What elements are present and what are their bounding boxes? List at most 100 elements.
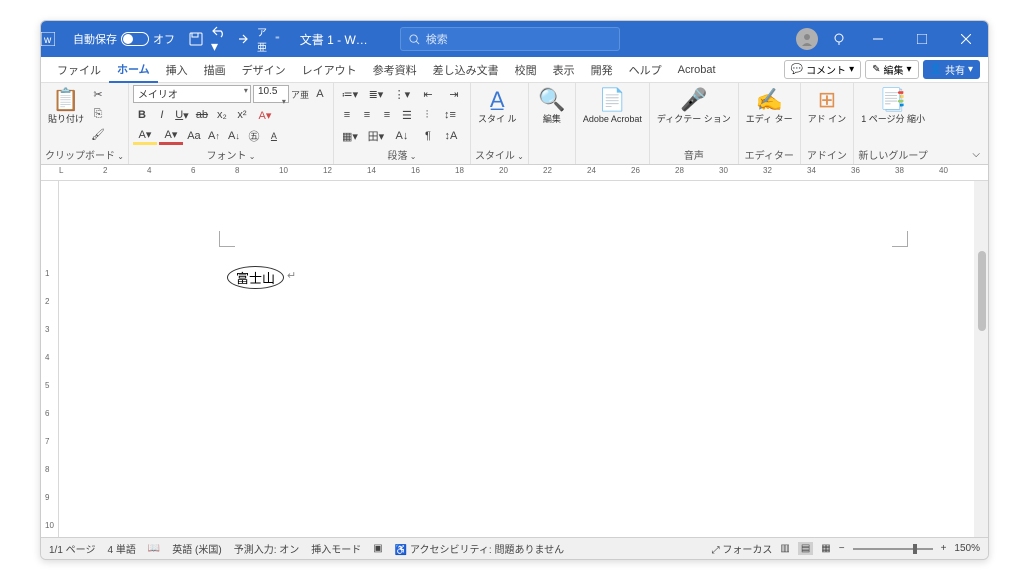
subscript-icon[interactable]: x₂: [213, 106, 231, 124]
bold-icon[interactable]: B: [133, 106, 151, 124]
group-label-paragraph: 段落: [338, 147, 466, 164]
autosave-toggle[interactable]: 自動保存 オフ: [67, 31, 181, 47]
focus-mode-button[interactable]: ⤢ フォーカス: [712, 541, 773, 556]
group-label-editor: エディター: [743, 147, 796, 164]
macro-icon[interactable]: ▣: [373, 543, 382, 554]
styles-button[interactable]: A̲スタイ ル: [475, 85, 520, 127]
phonetic-icon[interactable]: ア亜: [291, 85, 309, 103]
tab-review[interactable]: 校閲: [507, 57, 545, 83]
scroll-thumb[interactable]: [978, 251, 986, 331]
editing-mode-button[interactable]: ✎ 編集 ▾: [865, 60, 918, 79]
minimize-button[interactable]: [860, 21, 896, 57]
undo-icon[interactable]: ▾: [211, 24, 227, 55]
text-direction-icon[interactable]: ↕A: [442, 127, 460, 145]
char-shading-icon[interactable]: Aa: [185, 127, 203, 145]
comments-button[interactable]: 💬 コメント ▾: [784, 60, 861, 79]
bullet-list-icon[interactable]: ≔▾: [338, 85, 362, 103]
line-spacing-icon[interactable]: ↕≡: [438, 106, 462, 124]
tab-developer[interactable]: 開発: [583, 57, 621, 83]
predict-status[interactable]: 予測入力: オン: [234, 541, 300, 556]
distribute-icon[interactable]: ⫶: [418, 106, 436, 124]
borders-icon[interactable]: 田▾: [364, 127, 388, 145]
cut-icon[interactable]: ✂: [89, 85, 107, 103]
phonetic-guide-icon[interactable]: ア亜: [257, 24, 267, 54]
language-status[interactable]: 英語 (米国): [172, 541, 221, 556]
strikethrough-icon[interactable]: ab: [193, 106, 211, 124]
zoom-in-icon[interactable]: +: [941, 543, 947, 554]
collapse-ribbon-icon[interactable]: ⌵: [964, 145, 988, 164]
tab-mailings[interactable]: 差し込み文書: [425, 57, 507, 83]
tab-layout[interactable]: レイアウト: [294, 57, 365, 83]
share-button[interactable]: 👤 共有 ▾: [923, 60, 980, 79]
tab-file[interactable]: ファイル: [49, 57, 109, 83]
spell-check-icon[interactable]: 📖: [148, 543, 160, 554]
align-right-icon[interactable]: ≡: [378, 106, 396, 124]
enclose-chars-icon[interactable]: ㊄: [245, 127, 263, 145]
document-page[interactable]: 富士山 ↵: [59, 181, 988, 537]
ruler-vertical[interactable]: 12345678910: [41, 181, 59, 537]
shrink-font-icon[interactable]: A↓: [225, 127, 243, 145]
number-list-icon[interactable]: ≣▾: [364, 85, 388, 103]
acrobat-button[interactable]: 📄Adobe Acrobat: [580, 85, 645, 127]
shrink-page-button[interactable]: 📑1 ページ分 縮小: [858, 85, 928, 127]
highlight-icon[interactable]: A▾: [133, 127, 157, 145]
save-icon[interactable]: [189, 32, 203, 46]
format-painter-icon[interactable]: 🖌: [89, 125, 107, 143]
tab-view[interactable]: 表示: [545, 57, 583, 83]
underline-icon[interactable]: U▾: [173, 106, 191, 124]
zoom-out-icon[interactable]: −: [839, 543, 845, 554]
zoom-level[interactable]: 150%: [954, 543, 980, 554]
sort-icon[interactable]: A↓: [390, 127, 414, 145]
shading-icon[interactable]: ▦▾: [338, 127, 362, 145]
editing-button[interactable]: 🔍編集: [533, 85, 571, 127]
paste-button[interactable]: 📋 貼り付け: [45, 85, 87, 127]
lightbulb-icon[interactable]: [826, 32, 852, 46]
italic-icon[interactable]: I: [153, 106, 171, 124]
page-count[interactable]: 1/1 ページ: [49, 541, 95, 556]
qat-more-icon[interactable]: ⁼: [275, 34, 280, 45]
tab-draw[interactable]: 描画: [196, 57, 234, 83]
addins-button[interactable]: ⊞アド イン: [805, 85, 850, 127]
insert-mode-status[interactable]: 挿入モード: [311, 541, 361, 556]
ruler-horizontal[interactable]: L246810121416182022242628303234363840: [41, 165, 988, 181]
search-input[interactable]: 検索: [400, 27, 620, 51]
copy-icon[interactable]: ⎘: [89, 105, 107, 123]
tab-acrobat[interactable]: Acrobat: [670, 57, 724, 83]
grow-font-icon[interactable]: A↑: [205, 127, 223, 145]
zoom-slider[interactable]: [853, 548, 933, 550]
dictation-button[interactable]: 🎤ディクテー ション: [654, 85, 734, 127]
show-marks-icon[interactable]: ¶: [416, 127, 440, 145]
tab-help[interactable]: ヘルプ: [621, 57, 670, 83]
print-layout-icon[interactable]: ▤: [798, 542, 813, 555]
align-center-icon[interactable]: ≡: [358, 106, 376, 124]
web-layout-icon[interactable]: ▦: [821, 543, 830, 554]
maximize-button[interactable]: [904, 21, 940, 57]
clear-format-icon[interactable]: A: [265, 127, 283, 145]
enclosed-text[interactable]: 富士山: [227, 266, 284, 289]
tab-home[interactable]: ホーム: [109, 57, 158, 83]
close-button[interactable]: [948, 21, 984, 57]
font-name-select[interactable]: メイリオ: [133, 85, 251, 103]
editor-button[interactable]: ✍エディ ター: [743, 85, 796, 127]
tab-references[interactable]: 参考資料: [365, 57, 425, 83]
accessibility-status[interactable]: ♿ アクセシビリティ: 問題ありません: [395, 541, 564, 556]
word-count[interactable]: 4 単語: [107, 541, 135, 556]
user-avatar[interactable]: [796, 28, 818, 50]
group-styles: A̲スタイ ル スタイル: [471, 83, 529, 164]
scrollbar-vertical[interactable]: [974, 181, 988, 537]
increase-indent-icon[interactable]: ⇥: [442, 85, 466, 103]
multilevel-list-icon[interactable]: ⋮▾: [390, 85, 414, 103]
tab-insert[interactable]: 挿入: [158, 57, 196, 83]
acrobat-icon: 📄: [599, 87, 626, 113]
justify-icon[interactable]: ☰: [398, 106, 416, 124]
align-left-icon[interactable]: ≡: [338, 106, 356, 124]
read-mode-icon[interactable]: ▥: [780, 543, 789, 554]
redo-icon[interactable]: [235, 32, 249, 46]
char-border-icon[interactable]: A: [311, 85, 329, 103]
font-color-icon[interactable]: A▾: [159, 127, 183, 145]
font-size-select[interactable]: 10.5: [253, 85, 289, 103]
text-effects-icon[interactable]: A▾: [253, 106, 277, 124]
superscript-icon[interactable]: x²: [233, 106, 251, 124]
decrease-indent-icon[interactable]: ⇤: [416, 85, 440, 103]
tab-design[interactable]: デザイン: [234, 57, 294, 83]
